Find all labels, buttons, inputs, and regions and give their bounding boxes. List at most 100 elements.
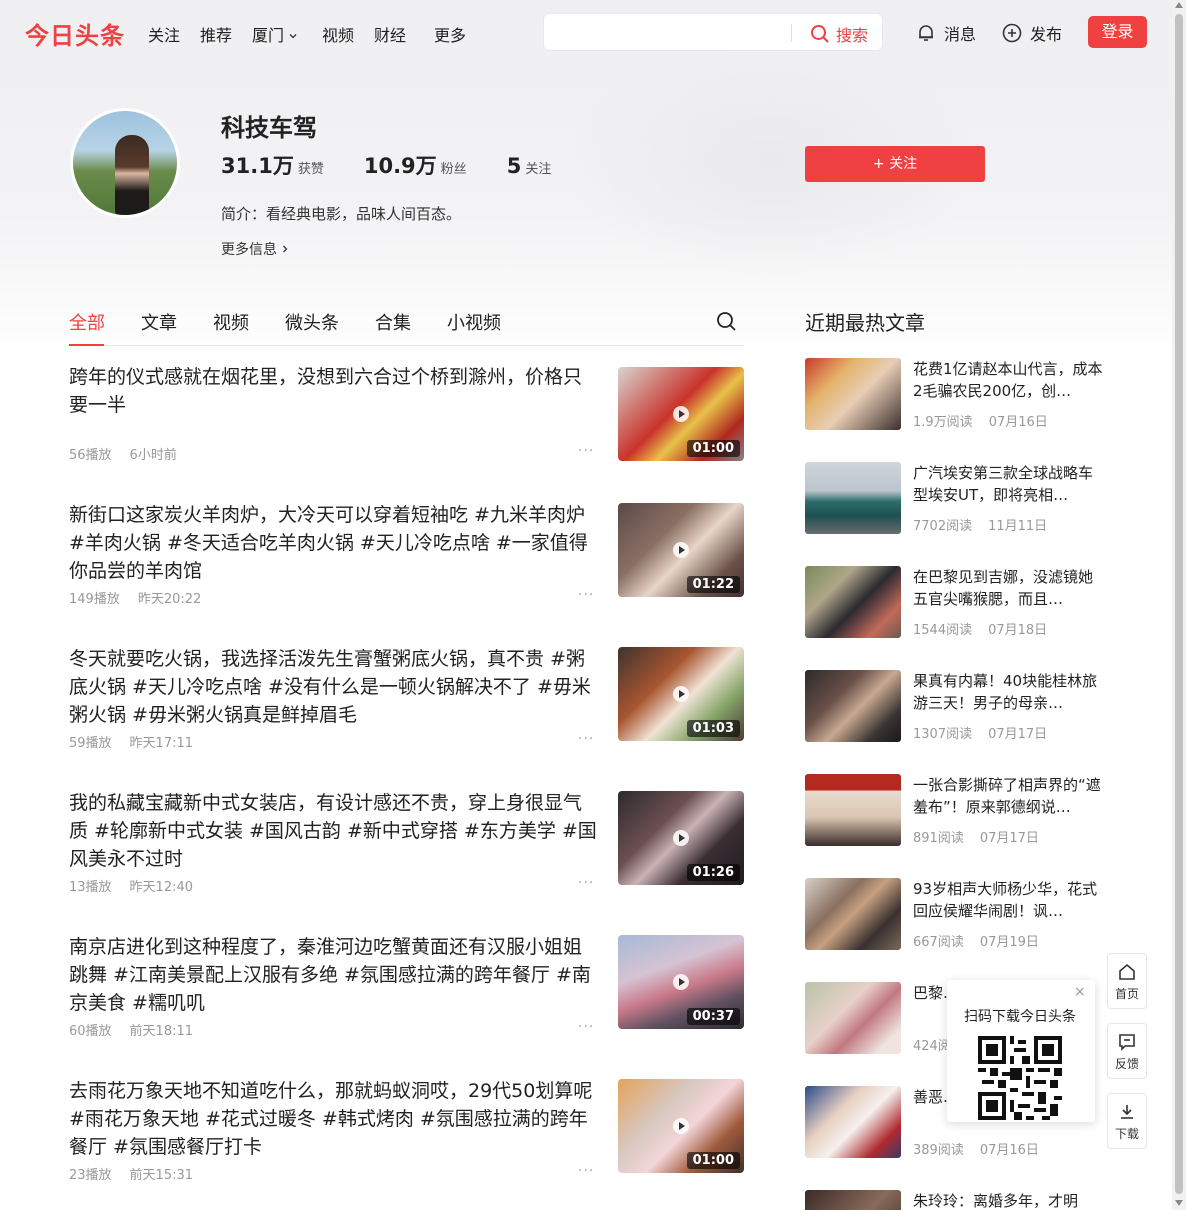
feed-item[interactable]: 我的私藏宝藏新中式女装店，有设计感还不贵，穿上身很显气质 #轮廓新中式女装 #国… xyxy=(69,789,744,899)
video-thumbnail[interactable]: 01:26 xyxy=(618,791,744,885)
video-thumbnail[interactable]: 01:03 xyxy=(618,647,744,741)
feed-item-time: 昨天12:40 xyxy=(129,880,194,895)
hot-article-image[interactable] xyxy=(805,1086,901,1158)
nav-item-recommend[interactable]: 推荐 xyxy=(200,22,232,46)
tab-all[interactable]: 全部 xyxy=(69,309,105,335)
hot-article-title[interactable]: 93岁相声大师杨少华，花式回应侯耀华闹剧！讽… xyxy=(913,878,1105,922)
scroll-down-icon[interactable] xyxy=(1175,1200,1183,1206)
feed-item-title[interactable]: 冬天就要吃火锅，我选择活泼先生膏蟹粥底火锅，真不贵 #粥底火锅 #天儿冷吃点啥 … xyxy=(69,645,597,729)
more-options-icon[interactable]: ··· xyxy=(578,1019,594,1035)
hot-article[interactable]: 花费1亿请赵本山代言，成本2毛骗农民200亿，创… 1.9万阅读 07月16日 xyxy=(805,358,1105,438)
content-tabs: 全部 文章 视频 微头条 合集 小视频 xyxy=(69,309,537,335)
feed-item-title[interactable]: 新街口这家炭火羊肉炉，大冷天可以穿着短袖吃 #九米羊肉炉 #羊肉火锅 #冬天适合… xyxy=(69,501,597,585)
tab-search-button[interactable] xyxy=(716,311,737,336)
tab-collections[interactable]: 合集 xyxy=(375,309,411,335)
video-duration: 01:26 xyxy=(686,864,740,881)
hot-article-reads: 7702阅读 xyxy=(913,519,973,534)
stat-fans[interactable]: 10.9万 粉丝 xyxy=(364,150,467,180)
feed-item[interactable]: 跨年的仪式感就在烟花里，没想到六合过个桥到滁州，价格只要一半 56播放 6小时前 … xyxy=(69,363,744,473)
hot-article-image[interactable] xyxy=(805,358,901,430)
feed-item[interactable]: 冬天就要吃火锅，我选择活泼先生膏蟹粥底火锅，真不贵 #粥底火锅 #天儿冷吃点啥 … xyxy=(69,645,744,755)
hot-article[interactable]: 广汽埃安第三款全球战略车型埃安UT，即将亮相… 7702阅读 11月11日 xyxy=(805,462,1105,542)
hot-article-image[interactable] xyxy=(805,774,901,846)
more-options-icon[interactable]: ··· xyxy=(578,875,594,891)
scroll-up-icon[interactable] xyxy=(1175,2,1183,8)
video-duration: 01:22 xyxy=(686,576,740,593)
hot-article-image[interactable] xyxy=(805,462,901,534)
hot-article-image[interactable] xyxy=(805,670,901,742)
nav-item-city[interactable]: 厦门 xyxy=(252,22,298,46)
home-button[interactable]: 首页 xyxy=(1107,953,1147,1009)
more-options-icon[interactable]: ··· xyxy=(578,1163,594,1179)
video-thumbnail[interactable]: 01:00 xyxy=(618,1079,744,1173)
hot-article-title[interactable]: 一张合影撕碎了相声界的“遮羞布”！原来郭德纲说… xyxy=(913,774,1105,818)
search-input[interactable] xyxy=(554,20,784,44)
close-icon[interactable]: × xyxy=(1074,984,1086,1000)
hot-article[interactable]: 在巴黎见到吉娜，没滤镜她五官尖嘴猴腮，而且… 1544阅读 07月18日 xyxy=(805,566,1105,646)
hot-article[interactable]: 朱玲玲：离婚多年，才明 xyxy=(805,1190,1105,1210)
nav-item-video[interactable]: 视频 xyxy=(322,22,354,46)
tab-videos[interactable]: 视频 xyxy=(213,309,249,335)
feed-item[interactable]: 新街口这家炭火羊肉炉，大冷天可以穿着短袖吃 #九米羊肉炉 #羊肉火锅 #冬天适合… xyxy=(69,501,744,611)
feed-item-title[interactable]: 去雨花万象天地不知道吃什么，那就蚂蚁洞哎，29代50划算呢 #雨花万象天地 #花… xyxy=(69,1077,597,1161)
hot-article-image[interactable] xyxy=(805,878,901,950)
video-duration: 01:03 xyxy=(686,720,740,737)
feed-item-time: 昨天20:22 xyxy=(137,592,202,607)
search-divider xyxy=(791,24,792,42)
hot-article-title[interactable]: 果真有内幕！40块能桂林旅游三天！男子的母亲… xyxy=(913,670,1105,714)
nav-item-finance[interactable]: 财经 xyxy=(374,22,406,46)
hot-article-image[interactable] xyxy=(805,1190,901,1210)
scrollbar-thumb[interactable] xyxy=(1175,14,1183,1194)
more-options-icon[interactable]: ··· xyxy=(578,587,594,603)
tab-short-videos[interactable]: 小视频 xyxy=(447,309,501,335)
hot-article-image[interactable] xyxy=(805,566,901,638)
video-duration: 00:37 xyxy=(686,1008,740,1025)
hot-article-meta: 1307阅读 07月17日 xyxy=(913,723,1063,742)
nav-item-more[interactable]: 更多 xyxy=(434,22,466,46)
messages-button[interactable]: 消息 xyxy=(916,21,976,45)
nav-item-follow[interactable]: 关注 xyxy=(148,22,180,46)
feed-item-title[interactable]: 我的私藏宝藏新中式女装店，有设计感还不贵，穿上身很显气质 #轮廓新中式女装 #国… xyxy=(69,789,597,873)
qr-download-popup: × 扫码下载今日头条 xyxy=(947,980,1095,1122)
feed-item[interactable]: 南京店进化到这种程度了，秦淮河边吃蟹黄面还有汉服小姐姐跳舞 #江南美景配上汉服有… xyxy=(69,933,744,1043)
hot-article[interactable]: 93岁相声大师杨少华，花式回应侯耀华闹剧！讽… 667阅读 07月19日 xyxy=(805,878,1105,958)
play-icon xyxy=(673,406,689,422)
video-thumbnail[interactable]: 01:22 xyxy=(618,503,744,597)
home-icon xyxy=(1119,963,1135,980)
tab-micro[interactable]: 微头条 xyxy=(285,309,339,335)
hot-article[interactable]: 一张合影撕碎了相声界的“遮羞布”！原来郭德纲说… 891阅读 07月17日 xyxy=(805,774,1105,854)
follow-button[interactable]: + 关注 xyxy=(805,146,985,182)
download-button[interactable]: 下载 xyxy=(1107,1093,1147,1149)
hot-article-reads: 1307阅读 xyxy=(913,727,973,742)
feedback-button[interactable]: 反馈 xyxy=(1107,1023,1147,1079)
search-button[interactable]: 搜索 xyxy=(810,22,868,46)
hot-article-meta: 1544阅读 07月18日 xyxy=(913,619,1063,638)
feed-item-title[interactable]: 跨年的仪式感就在烟花里，没想到六合过个桥到滁州，价格只要一半 xyxy=(69,363,597,419)
hot-article-title[interactable]: 花费1亿请赵本山代言，成本2毛骗农民200亿，创… xyxy=(913,358,1105,402)
logo[interactable]: 今日头条 xyxy=(25,16,125,51)
publish-button[interactable]: 发布 xyxy=(1002,21,1062,45)
hot-article-title[interactable]: 朱玲玲：离婚多年，才明 xyxy=(913,1190,1105,1210)
login-button[interactable]: 登录 xyxy=(1088,16,1147,48)
more-info-link[interactable]: 更多信息 xyxy=(221,239,290,259)
hot-article[interactable]: 果真有内幕！40块能桂林旅游三天！男子的母亲… 1307阅读 07月17日 xyxy=(805,670,1105,750)
feed-item[interactable]: 去雨花万象天地不知道吃什么，那就蚂蚁洞哎，29代50划算呢 #雨花万象天地 #花… xyxy=(69,1077,744,1187)
stat-following[interactable]: 5 关注 xyxy=(507,154,552,178)
chevron-down-icon xyxy=(289,34,297,39)
tab-articles[interactable]: 文章 xyxy=(141,309,177,335)
profile-name: 科技车驾 xyxy=(221,114,317,142)
avatar-image xyxy=(73,111,177,215)
hot-article-date: 07月17日 xyxy=(979,831,1039,846)
more-options-icon[interactable]: ··· xyxy=(578,443,594,459)
video-thumbnail[interactable]: 00:37 xyxy=(618,935,744,1029)
play-icon xyxy=(673,974,689,990)
video-thumbnail[interactable]: 01:00 xyxy=(618,367,744,461)
hot-article-title[interactable]: 广汽埃安第三款全球战略车型埃安UT，即将亮相… xyxy=(913,462,1105,506)
hot-article-title[interactable]: 在巴黎见到吉娜，没滤镜她五官尖嘴猴腮，而且… xyxy=(913,566,1105,610)
hot-article-image[interactable] xyxy=(805,982,901,1054)
feed-item-title[interactable]: 南京店进化到这种程度了，秦淮河边吃蟹黄面还有汉服小姐姐跳舞 #江南美景配上汉服有… xyxy=(69,933,597,1017)
feed-item-plays: 13播放 xyxy=(69,880,112,895)
feed-item-plays: 56播放 xyxy=(69,448,112,463)
more-options-icon[interactable]: ··· xyxy=(578,731,594,747)
page-scrollbar[interactable] xyxy=(1172,0,1186,1210)
